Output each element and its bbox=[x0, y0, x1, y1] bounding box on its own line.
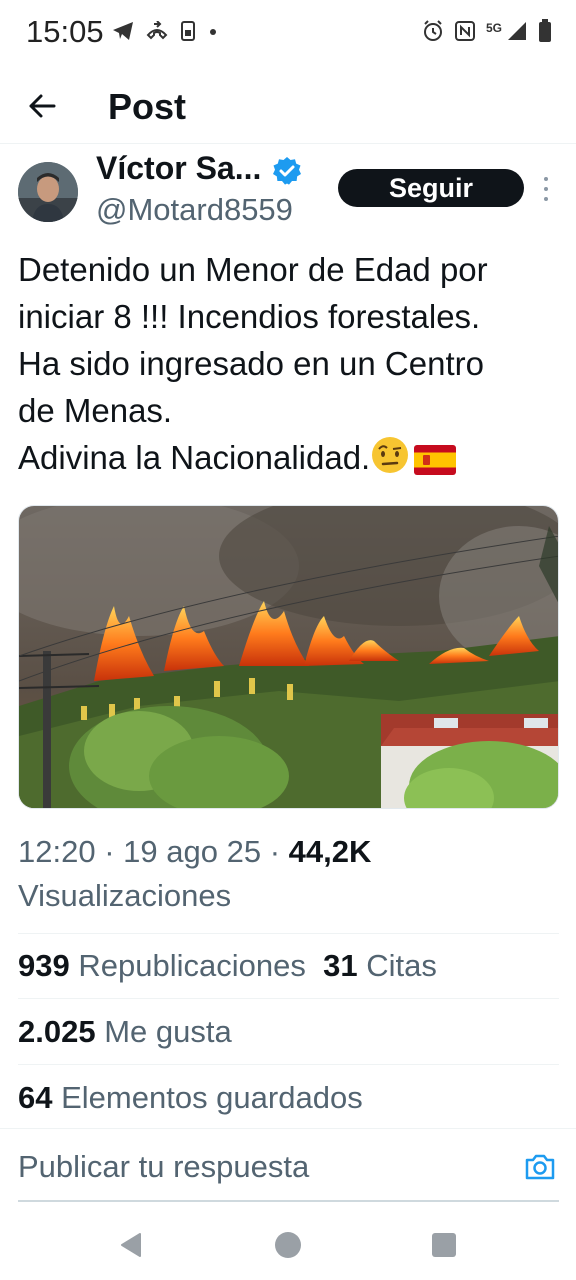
bookmarks-label: Elementos guardados bbox=[61, 1080, 363, 1115]
reposts-stat[interactable]: 939 Republicaciones bbox=[18, 948, 306, 983]
battery-icon bbox=[538, 18, 552, 48]
tweet-time: 12:20 bbox=[18, 834, 96, 869]
divider bbox=[18, 1064, 559, 1065]
meta-separator: · bbox=[104, 834, 115, 869]
avatar[interactable] bbox=[18, 162, 78, 222]
page-title: Post bbox=[108, 86, 187, 127]
telegram-icon bbox=[112, 21, 134, 46]
meta-separator: · bbox=[269, 834, 281, 869]
back-arrow-icon[interactable] bbox=[22, 86, 62, 126]
more-options-icon[interactable] bbox=[536, 174, 556, 204]
bookmarks-stat[interactable]: 64 Elementos guardados bbox=[18, 1080, 363, 1116]
tweet-photo[interactable] bbox=[18, 505, 559, 809]
reposts-label: Republicaciones bbox=[78, 948, 306, 983]
status-bar: 15:05 5G bbox=[0, 0, 576, 68]
reply-input[interactable]: Publicar tu respuesta bbox=[18, 1149, 309, 1185]
status-right-icons: 5G bbox=[422, 18, 552, 48]
sim-icon bbox=[180, 20, 196, 46]
alarm-icon bbox=[422, 19, 444, 47]
tweet-line: Detenido un Menor de Edad por bbox=[18, 251, 488, 288]
dot-icon bbox=[208, 24, 218, 42]
signal-icon bbox=[506, 20, 528, 47]
reply-underline bbox=[18, 1200, 559, 1202]
reposts-count: 939 bbox=[18, 948, 70, 983]
tweet-meta: 12:20 · 19 ago 25 · 44,2K Visualizacione… bbox=[18, 830, 563, 918]
tweet-date: 19 ago 25 bbox=[123, 834, 262, 869]
tweet-text: Detenido un Menor de Edad por iniciar 8 … bbox=[18, 246, 563, 487]
views-count: 44,2K bbox=[288, 834, 372, 869]
camera-icon[interactable] bbox=[524, 1153, 556, 1181]
quotes-count: 31 bbox=[323, 948, 358, 983]
verified-badge-icon bbox=[272, 156, 302, 186]
tweet-line-last: Adivina la Nacionalidad. bbox=[18, 434, 563, 487]
tweet-line: iniciar 8 !!! Incendios forestales. bbox=[18, 298, 481, 335]
spain-flag-emoji bbox=[414, 440, 457, 487]
status-left-icons bbox=[112, 18, 218, 48]
reply-composer: Publicar tu respuesta bbox=[0, 1128, 576, 1202]
tweet-line: Ha sido ingresado en un Centro bbox=[18, 345, 484, 382]
nav-back-icon[interactable] bbox=[118, 1232, 144, 1263]
likes-stat[interactable]: 2.025 Me gusta bbox=[18, 1014, 232, 1050]
tweet-line: de Menas. bbox=[18, 392, 173, 429]
system-nav-bar bbox=[0, 1210, 576, 1280]
status-time: 15:05 bbox=[26, 14, 104, 49]
divider bbox=[18, 933, 559, 934]
nav-home-icon[interactable] bbox=[275, 1232, 301, 1258]
author-handle[interactable]: @Motard8559 bbox=[96, 192, 293, 228]
divider bbox=[18, 998, 559, 999]
tweet-line: Adivina la Nacionalidad. bbox=[18, 439, 371, 476]
call-forward-icon bbox=[146, 19, 168, 46]
quotes-stat[interactable]: 31 Citas bbox=[323, 948, 437, 983]
top-app-bar: Post bbox=[0, 70, 576, 144]
quotes-label: Citas bbox=[366, 948, 437, 983]
views-label[interactable]: Visualizaciones bbox=[18, 878, 231, 913]
nfc-icon bbox=[454, 20, 476, 47]
face-with-raised-eyebrow-emoji bbox=[370, 435, 410, 487]
follow-button[interactable]: Seguir bbox=[338, 169, 524, 207]
likes-count: 2.025 bbox=[18, 1014, 96, 1049]
likes-label: Me gusta bbox=[104, 1014, 232, 1049]
network-type: 5G bbox=[485, 21, 502, 35]
reposts-quotes-row: 939 Republicaciones 31 Citas bbox=[18, 948, 437, 984]
author-display-name[interactable]: Víctor Sa... bbox=[96, 150, 261, 187]
bookmarks-count: 64 bbox=[18, 1080, 53, 1115]
nav-recents-icon[interactable] bbox=[432, 1233, 456, 1257]
